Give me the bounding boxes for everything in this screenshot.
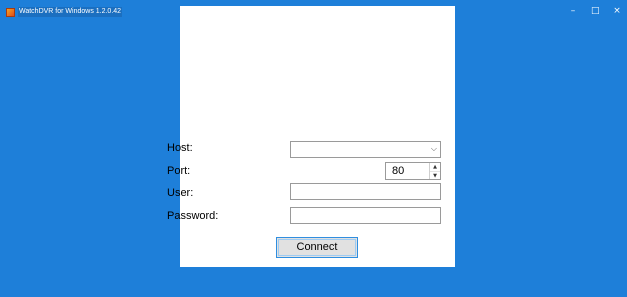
title-bar: WatchDVR for Windows 1.2.0.42 xyxy=(6,6,123,18)
spin-down-icon[interactable]: ▼ xyxy=(430,171,440,180)
login-panel xyxy=(180,6,455,267)
chevron-down-icon[interactable]: ⌵ xyxy=(431,144,437,154)
window-title: WatchDVR for Windows 1.2.0.42 xyxy=(18,7,123,17)
minimize-icon[interactable]: – xyxy=(569,5,577,17)
port-value[interactable]: 80 xyxy=(392,164,404,178)
port-label: Port: xyxy=(167,165,191,177)
spin-up-icon[interactable]: ▲ xyxy=(430,163,440,171)
close-icon[interactable]: × xyxy=(613,5,621,17)
app-icon xyxy=(6,7,15,17)
user-label: User: xyxy=(167,187,194,199)
password-label: Password: xyxy=(167,210,219,222)
maximize-icon[interactable]: □ xyxy=(591,5,600,17)
app-window: WatchDVR for Windows 1.2.0.42 – □ × Host… xyxy=(0,0,627,297)
host-combobox[interactable]: ⌵ xyxy=(290,141,441,158)
port-spin-buttons: ▲ ▼ xyxy=(429,163,440,179)
port-stepper[interactable]: 80 ▲ ▼ xyxy=(385,162,441,180)
connect-button[interactable]: Connect xyxy=(276,237,358,258)
caption-controls: – □ × xyxy=(569,5,621,17)
host-label: Host: xyxy=(167,142,193,154)
user-input[interactable] xyxy=(290,183,441,200)
password-input[interactable] xyxy=(290,207,441,224)
